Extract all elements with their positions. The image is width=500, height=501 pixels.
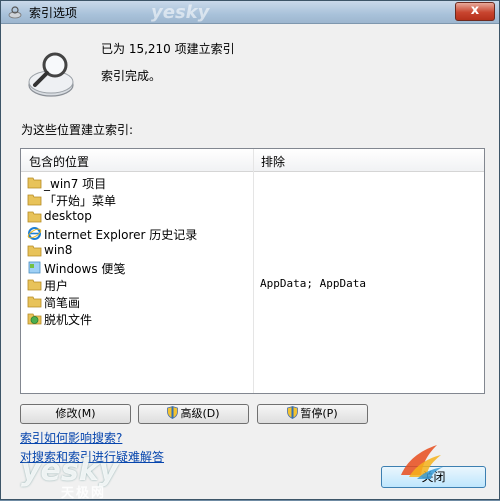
- watermark-logo: [401, 445, 443, 479]
- window-title: 索引选项: [29, 6, 78, 20]
- location-name: Internet Explorer 历史记录: [44, 228, 198, 242]
- folder-icon: [27, 279, 42, 291]
- location-name: 用户: [44, 279, 69, 293]
- indexed-count-text: 已为 15,210 项建立索引: [101, 42, 235, 56]
- list-item[interactable]: 「开始」菜单: [27, 191, 479, 208]
- folder-icon: [27, 177, 42, 189]
- indexed-locations-list[interactable]: 包含的位置 排除 _win7 项目 「开始」菜单 desktop Interne…: [20, 148, 485, 394]
- watermark-top: yesky: [151, 2, 210, 23]
- uac-shield-icon: [287, 406, 299, 419]
- uac-shield-icon: [167, 406, 179, 419]
- list-item[interactable]: 简笔画: [27, 293, 479, 310]
- column-header-included[interactable]: 包含的位置: [29, 153, 89, 170]
- location-name: 简笔画: [44, 296, 81, 310]
- column-header-excluded[interactable]: 排除: [261, 153, 285, 170]
- modify-button-label: 修改(M): [55, 407, 96, 420]
- list-item[interactable]: _win7 项目: [27, 174, 479, 191]
- advanced-button-label: 高级(D): [180, 407, 220, 420]
- list-item[interactable]: win8: [27, 242, 479, 259]
- location-name: _win7 项目: [44, 177, 107, 191]
- location-name: Windows 便笺: [44, 262, 126, 276]
- list-item[interactable]: 用户 AppData; AppData: [27, 276, 479, 293]
- list-item[interactable]: 脱机文件: [27, 310, 479, 327]
- internet-explorer-icon: [27, 227, 42, 240]
- advanced-button[interactable]: 高级(D): [138, 404, 249, 424]
- offline-files-icon: [27, 313, 42, 325]
- modify-button[interactable]: 修改(M): [20, 404, 131, 424]
- folder-icon: [27, 194, 42, 206]
- list-item[interactable]: desktop: [27, 208, 479, 225]
- close-icon: x: [470, 3, 480, 18]
- location-name: win8: [44, 243, 73, 257]
- location-name: 脱机文件: [44, 313, 93, 327]
- indexing-options-icon: [8, 6, 22, 19]
- pause-button-label: 暂停(P): [300, 407, 338, 420]
- folder-icon: [27, 245, 42, 257]
- folder-icon: [27, 211, 42, 223]
- location-name: desktop: [44, 209, 92, 223]
- location-excluded: AppData; AppData: [260, 277, 366, 290]
- pause-button[interactable]: 暂停(P): [257, 404, 368, 424]
- indexing-magnifier-icon: [28, 52, 74, 97]
- indexing-status-text: 索引完成。: [101, 69, 162, 83]
- folder-icon: [27, 296, 42, 308]
- windows-note-icon: [28, 261, 41, 274]
- list-item[interactable]: Windows 便笺: [27, 259, 479, 276]
- list-item[interactable]: Internet Explorer 历史记录: [27, 225, 479, 242]
- window-close-button[interactable]: x: [455, 2, 495, 21]
- locations-section-label: 为这些位置建立索引:: [21, 123, 134, 137]
- location-name: 「开始」菜单: [44, 194, 117, 208]
- indexing-options-window: 索引选项 yesky x 已为 15,210 项建立索引 索引完成。 为这些位置…: [0, 0, 500, 501]
- indexing-help-link[interactable]: 索引如何影响搜索?: [20, 429, 122, 446]
- title-bar[interactable]: 索引选项 yesky x: [1, 1, 499, 24]
- watermark-bottom-sub: 天极网: [61, 486, 107, 501]
